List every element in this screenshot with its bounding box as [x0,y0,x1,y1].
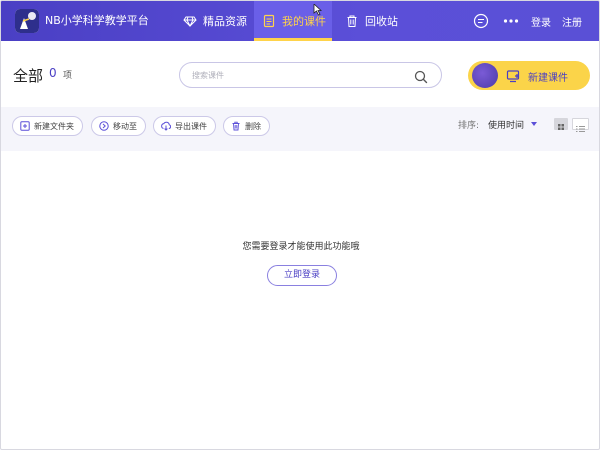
chevron-down-icon[interactable] [531,122,537,126]
move-to-button[interactable]: 移动至 [91,116,146,136]
delete-button[interactable]: 删除 [223,116,270,136]
chat-button[interactable] [473,1,489,41]
chat-icon [473,13,489,29]
new-folder-button[interactable]: 新建文件夹 [12,116,83,136]
login-link[interactable]: 登录 [531,1,551,41]
search-box [179,62,442,88]
move-to-label: 移动至 [113,121,137,131]
trash-icon [231,121,241,131]
more-icon [503,18,519,24]
new-folder-label: 新建文件夹 [34,121,74,131]
new-courseware-button[interactable]: 新建课件 [468,61,590,90]
new-courseware-label: 新建课件 [528,73,568,84]
search-input[interactable] [192,67,407,84]
app-logo[interactable] [15,9,39,33]
move-icon [99,121,109,131]
search-icon[interactable] [414,69,428,84]
sort-dropdown[interactable]: 使用时间 [488,118,524,131]
export-icon [161,121,171,131]
list-view-toggle[interactable] [572,118,589,132]
sort-label: 排序: [458,121,480,131]
courseware-icon [262,14,276,28]
grid-view-toggle[interactable] [554,118,568,130]
login-required-message: 您需要登录才能使用此功能哦 [242,242,360,252]
delete-label: 删除 [245,121,261,131]
app-title: NB小学科学教学平台 [45,14,149,27]
nav-premium-resources[interactable]: 精品资源 [175,1,255,41]
list-view-icon [576,126,585,132]
mouse-cursor-icon [313,1,323,16]
item-count-unit: 项 [63,71,73,81]
top-navbar: NB小学科学教学平台 精品资源 我的课件 回收站 登录 注册 [1,1,599,41]
register-link[interactable]: 注册 [562,1,582,41]
grid-view-icon [558,124,564,130]
trash-icon [345,14,359,28]
diamond-icon [183,14,197,28]
login-now-button[interactable]: 立即登录 [267,265,337,286]
nav-label: 精品资源 [203,15,247,28]
more-button[interactable] [503,1,519,41]
nav-recycle-bin[interactable]: 回收站 [337,1,406,41]
item-count: 0 [49,66,57,80]
new-folder-icon [20,121,30,131]
export-label: 导出课件 [175,121,207,131]
page-title: 全部 [13,67,44,85]
app-window: NB小学科学教学平台 精品资源 我的课件 回收站 登录 注册 全部 0 项 搜索… [0,0,600,450]
export-courseware-button[interactable]: 导出课件 [153,116,216,136]
new-courseware-icon [506,68,520,83]
mascot-avatar [472,63,498,88]
nav-label: 回收站 [365,15,398,28]
